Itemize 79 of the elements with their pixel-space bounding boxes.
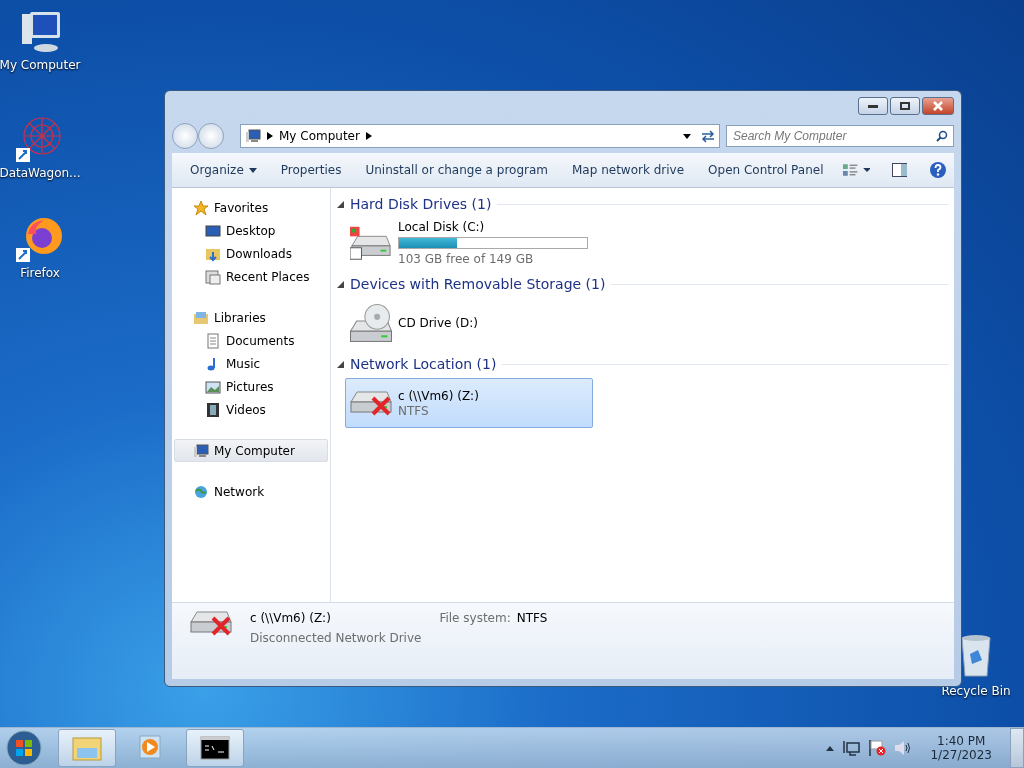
toolbar-button[interactable]: Open Control Panel [698, 159, 834, 181]
group-header: Hard Disk Drives (1) [350, 196, 492, 212]
picture-icon [205, 378, 221, 395]
drive-name: c (\\Vm6) (Z:) [398, 388, 479, 403]
recent-places-icon [205, 268, 221, 285]
group-header: Network Location (1) [350, 356, 497, 372]
property-label: File system: [439, 611, 511, 625]
caret-icon [248, 167, 257, 173]
chevron-icon [267, 132, 273, 140]
document-icon [205, 332, 221, 349]
collapse-icon[interactable] [337, 200, 344, 208]
property-value: NTFS [516, 611, 548, 625]
nav-item[interactable]: Music [174, 352, 328, 375]
nav-item[interactable]: Documents [174, 329, 328, 352]
drive-tile[interactable]: Local Disk (C:) 103 GB free of 149 GB [345, 218, 593, 268]
close-button[interactable] [922, 97, 954, 115]
maximize-button[interactable] [890, 97, 920, 115]
toolbar-button[interactable]: Map network drive [562, 159, 695, 181]
minimize-icon [868, 104, 878, 108]
desktop-icon-label[interactable]: DataWagon... [0, 166, 81, 180]
search-icon [936, 130, 948, 142]
nav-item[interactable]: My Computer [174, 439, 328, 462]
library-icon [193, 309, 209, 326]
nav-item[interactable]: Pictures [174, 375, 328, 398]
network-icon[interactable] [842, 740, 861, 756]
nav-item[interactable]: Recent Places [174, 265, 328, 288]
preview-pane-icon[interactable] [891, 163, 908, 177]
film-icon [205, 401, 221, 418]
nav-item[interactable]: Libraries [174, 306, 328, 329]
drive-name: CD Drive (D:) [398, 316, 478, 330]
toolbar-button[interactable]: Organize [180, 159, 267, 181]
chevron-icon [365, 132, 372, 140]
nav-item[interactable]: Favorites [174, 196, 328, 219]
address-bar[interactable]: My Computer [240, 124, 720, 148]
taskbar-app-button[interactable] [186, 729, 244, 767]
collapse-icon[interactable] [337, 280, 344, 288]
start-button[interactable] [4, 729, 44, 767]
desktop-icon-label[interactable]: Firefox [20, 266, 60, 280]
close-icon [933, 101, 943, 111]
caret-up-icon[interactable] [826, 745, 835, 751]
cd-drive-icon [350, 304, 392, 342]
clock[interactable]: 1:40 PM 1/27/2023 [920, 734, 1002, 762]
drive-tile[interactable]: c (\\Vm6) (Z:) NTFS [345, 378, 593, 428]
computer-icon [193, 442, 209, 459]
media-player-icon [138, 734, 164, 762]
view-options-icon[interactable] [841, 162, 871, 178]
drive-name: Local Disk (C:) [398, 220, 486, 234]
terminal-icon [200, 736, 230, 760]
breadcrumb[interactable]: My Computer [279, 129, 360, 143]
help-icon[interactable] [928, 161, 946, 179]
toolbar-button[interactable]: Uninstall or change a program [355, 159, 558, 181]
drive-tile[interactable]: CD Drive (D:) [345, 298, 593, 348]
star-icon [193, 199, 209, 216]
desktop-icon-label[interactable]: My Computer [0, 58, 81, 72]
folder-icon [71, 734, 103, 762]
globe-icon [193, 483, 209, 500]
nav-item[interactable]: Downloads [174, 242, 328, 265]
drive-detail: 103 GB free of 149 GB [398, 252, 535, 266]
item-status: Disconnected Network Drive [250, 631, 422, 645]
flag-icon[interactable] [868, 739, 887, 757]
desktop-icon-label[interactable]: Recycle Bin [941, 684, 1011, 698]
disconnected-drive-icon [350, 390, 392, 416]
computer-icon [245, 128, 261, 144]
minimize-button[interactable] [858, 97, 888, 115]
hard-drive-icon [350, 225, 392, 261]
search-field[interactable]: Search My Computer [726, 125, 954, 147]
nav-item[interactable]: Network [174, 480, 328, 503]
group-header: Devices with Removable Storage (1) [350, 276, 606, 292]
volume-icon[interactable] [894, 740, 913, 756]
dropdown-icon[interactable] [683, 133, 691, 139]
item-name: c (\\Vm6) (Z:) [250, 611, 332, 625]
disconnected-drive-icon [190, 611, 232, 636]
nav-item[interactable]: Videos [174, 398, 328, 421]
maximize-icon [900, 102, 910, 110]
toolbar-button[interactable]: Properties [270, 159, 352, 181]
monitor-icon [205, 222, 221, 239]
nav-item[interactable]: Desktop [174, 219, 328, 242]
collapse-icon[interactable] [337, 360, 344, 368]
drive-detail: NTFS [398, 403, 430, 418]
